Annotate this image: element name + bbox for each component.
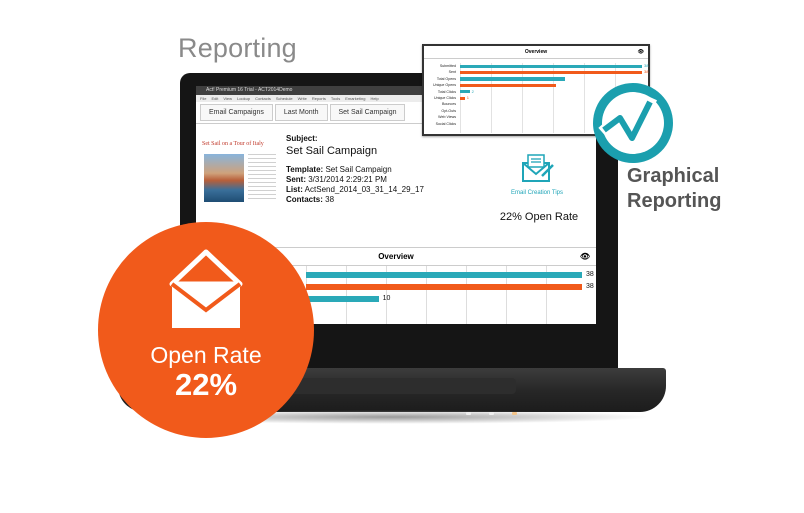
- eye-icon[interactable]: 👁: [638, 46, 644, 59]
- email-template-thumbnail[interactable]: Set Sail on a Tour of Italy: [202, 134, 278, 210]
- status-led: [512, 412, 517, 415]
- email-creation-tips-label: Email Creation Tips: [510, 190, 564, 196]
- reporting-heading: Reporting: [178, 33, 297, 63]
- breadcrumb-last-month[interactable]: Last Month: [274, 104, 328, 121]
- graphical-label-line1: Graphical: [627, 165, 720, 187]
- menu-item-reports[interactable]: Reports: [312, 96, 326, 101]
- venice-photo: [204, 154, 244, 202]
- mini-overview-bar: [460, 77, 566, 81]
- graphical-reporting-label: Graphical Reporting: [627, 164, 721, 214]
- envelope-open-icon: [169, 249, 243, 328]
- overview-bar-value: 10: [382, 295, 391, 302]
- campaign-summary: Set Sail on a Tour of Italy Subject: Set…: [196, 124, 596, 233]
- menu-item-schedule[interactable]: Schedule: [276, 96, 293, 101]
- thumbnail-title: Set Sail on a Tour of Italy: [202, 141, 264, 147]
- sent-value: 3/31/2014 2:29:21 PM: [308, 175, 387, 184]
- list-value: ActSend_2014_03_31_14_29_17: [304, 185, 424, 194]
- mini-overview-title: Overview: [524, 49, 548, 55]
- email-creation-tips-icon: [522, 154, 554, 182]
- sent-label: Sent:: [286, 175, 306, 184]
- status-led: [466, 412, 471, 415]
- breadcrumb-email-campaigns[interactable]: Email Campaigns: [200, 104, 273, 121]
- graphical-label-line2: Reporting: [627, 190, 722, 212]
- subject-value: Set Sail Campaign: [286, 145, 378, 157]
- mini-overview-bar: [460, 70, 642, 75]
- template-label: Template:: [286, 165, 324, 174]
- subject-label: Subject:: [286, 134, 318, 143]
- overview-bar-value: 38: [586, 271, 594, 278]
- menu-item-help[interactable]: Help: [370, 96, 378, 101]
- thumbnail-body-text: [248, 154, 276, 202]
- list-label: List:: [286, 185, 303, 194]
- mini-overview-bar: [460, 96, 465, 100]
- overview-bar: [306, 272, 582, 278]
- template-value: Set Sail Campaign: [325, 165, 392, 174]
- campaign-meta: Subject: Set Sail Campaign Template: Set…: [286, 134, 424, 205]
- overview-bar: [306, 296, 379, 302]
- overview-bar: [306, 284, 582, 290]
- overview-title: Overview: [378, 252, 414, 261]
- menu-item-contacts[interactable]: Contacts: [255, 96, 271, 101]
- menu-item-edit[interactable]: Edit: [211, 96, 218, 101]
- overview-bar-value: 38: [586, 283, 594, 290]
- menu-item-emarketing[interactable]: Emarketing: [345, 96, 365, 101]
- menu-item-view[interactable]: View: [223, 96, 232, 101]
- open-rate-badge: Open Rate 22%: [98, 222, 314, 438]
- open-rate-text: 22% Open Rate: [499, 211, 579, 223]
- open-rate-value: 22%: [174, 367, 238, 402]
- mini-overview-bar: [460, 64, 642, 68]
- menu-item-lookup[interactable]: Lookup: [237, 96, 250, 101]
- graphical-reporting-icon: [593, 83, 673, 163]
- status-led: [489, 412, 494, 415]
- menu-item-tools[interactable]: Tools: [331, 96, 340, 101]
- menu-item-write[interactable]: Write: [298, 96, 307, 101]
- mini-overview-bar: [460, 83, 556, 87]
- menu-item-file[interactable]: File: [200, 96, 206, 101]
- contacts-value: 38: [325, 195, 335, 204]
- email-creation-tips-link[interactable]: Email Creation Tips: [492, 154, 582, 196]
- open-rate-label: Open Rate: [150, 342, 262, 368]
- contacts-label: Contacts:: [286, 195, 323, 204]
- breadcrumb-set-sail-campaign[interactable]: Set Sail Campaign: [329, 104, 406, 121]
- mini-overview-label: Social Clicks: [435, 121, 456, 126]
- eye-icon[interactable]: 👁: [580, 248, 590, 266]
- mini-overview-bar: [460, 90, 470, 94]
